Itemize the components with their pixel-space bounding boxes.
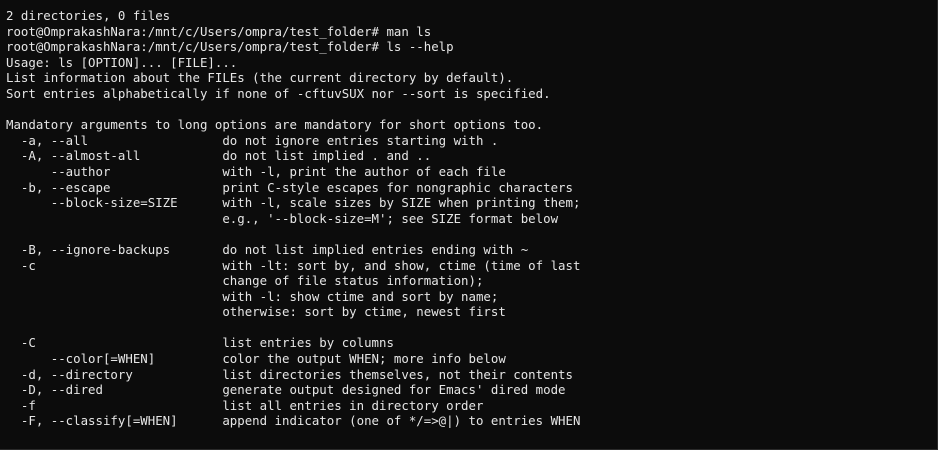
- terminal-line: -D, --dired generate output designed for…: [6, 382, 566, 398]
- terminal-line: Sort entries alphabetically if none of -…: [6, 85, 551, 101]
- terminal-line: root@OmprakashNara:/mnt/c/Users/ompra/te…: [6, 39, 454, 55]
- terminal-line: change of file status information);: [6, 273, 484, 289]
- terminal-line: -f list all entries in directory order: [6, 397, 484, 413]
- terminal-line: --block-size=SIZE with -l, scale sizes b…: [6, 195, 581, 211]
- terminal-line: -d, --directory list directories themsel…: [6, 366, 573, 382]
- terminal-line: -A, --almost-all do not list implied . a…: [6, 148, 432, 164]
- terminal-line: -b, --escape print C-style escapes for n…: [6, 179, 573, 195]
- terminal-line: -B, --ignore-backups do not list implied…: [6, 241, 529, 257]
- terminal-line: -F, --classify[=WHEN] append indicator (…: [6, 413, 581, 429]
- terminal-line: -a, --all do not ignore entries starting…: [6, 132, 499, 148]
- terminal-line: --author with -l, print the author of ea…: [6, 163, 506, 179]
- terminal-line: -C list entries by columns: [6, 335, 394, 351]
- terminal-line: otherwise: sort by ctime, newest first: [6, 304, 506, 320]
- terminal-line: List information about the FILEs (the cu…: [6, 70, 514, 86]
- terminal-line: root@OmprakashNara:/mnt/c/Users/ompra/te…: [6, 23, 432, 39]
- terminal-line: 2 directories, 0 files: [6, 8, 171, 23]
- terminal-line: --color[=WHEN] color the output WHEN; mo…: [6, 351, 506, 367]
- terminal-line: Mandatory arguments to long options are …: [6, 117, 544, 133]
- terminal-line: e.g., '--block-size=M'; see SIZE format …: [6, 210, 559, 226]
- terminal-line: -c with -lt: sort by, and show, ctime (t…: [6, 257, 581, 273]
- terminal-window[interactable]: 2 directories, 0 files root@OmprakashNar…: [0, 0, 938, 450]
- terminal-output[interactable]: 2 directories, 0 files root@OmprakashNar…: [6, 8, 933, 429]
- terminal-line: Usage: ls [OPTION]... [FILE]...: [6, 54, 238, 70]
- terminal-line: with -l: show ctime and sort by name;: [6, 288, 499, 304]
